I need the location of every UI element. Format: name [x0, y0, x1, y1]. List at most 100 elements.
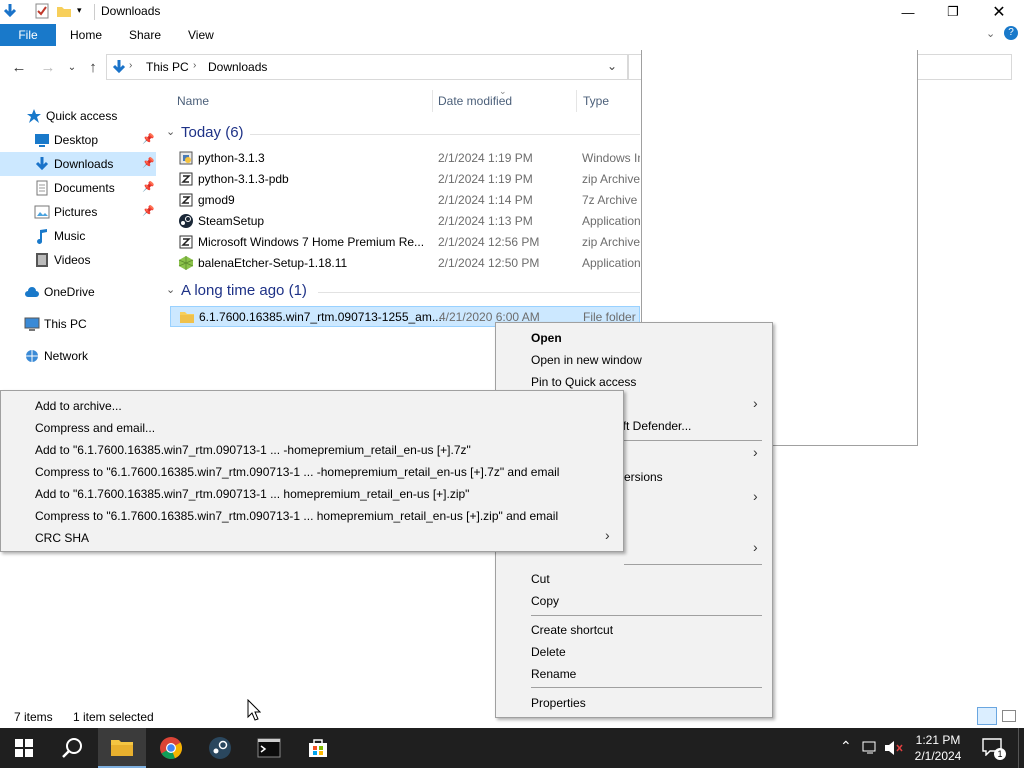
large-icons-view-icon[interactable]	[1002, 710, 1016, 722]
menu-open-new-window[interactable]: Open in new window	[531, 353, 642, 367]
network-icon[interactable]	[862, 740, 880, 756]
sidebar-item-music[interactable]: Music	[0, 224, 156, 248]
steam-icon	[209, 737, 231, 759]
breadcrumb-this-pc[interactable]: This PC	[146, 60, 189, 74]
mouse-cursor-icon	[247, 699, 261, 721]
pin-icon[interactable]: 📌	[142, 134, 154, 145]
sidebar-item-label: Documents	[54, 181, 115, 195]
sidebar-item-downloads[interactable]: Downloads 📌	[0, 152, 156, 176]
file-row[interactable]: python-3.1.3 2/1/2024 1:19 PM Windows Inst…	[170, 148, 640, 169]
menu-rename[interactable]: Rename	[531, 667, 576, 681]
show-desktop-button[interactable]	[1018, 728, 1024, 768]
file-name: 6.1.7600.16385.win7_rtm.090713-1255_am..…	[199, 310, 442, 324]
start-button[interactable]	[0, 728, 48, 768]
title-bar: ▾ Downloads — ❐ ✕	[0, 0, 1024, 24]
item-count: 7 items	[14, 710, 53, 724]
notifications-button[interactable]: 1	[982, 738, 1006, 760]
column-type[interactable]: Type	[583, 94, 609, 108]
file-type: Application	[582, 256, 640, 270]
file-date: 2/1/2024 1:13 PM	[438, 214, 533, 228]
address-bar[interactable]: › This PC › Downloads ⌄	[106, 54, 628, 80]
file-row[interactable]: python-3.1.3-pdb 2/1/2024 1:19 PM zip Arch…	[170, 169, 640, 190]
help-icon[interactable]: ?	[1004, 26, 1018, 40]
menu-cut[interactable]: Cut	[531, 572, 550, 586]
breadcrumb-downloads[interactable]: Downloads	[208, 60, 267, 74]
back-button[interactable]: ←	[9, 58, 29, 76]
volume-muted-icon[interactable]	[884, 740, 904, 756]
minimize-button[interactable]: —	[885, 0, 931, 24]
menu-scan-defender[interactable]: oft Defender...	[616, 419, 691, 433]
file-type: zip Archive	[582, 235, 640, 249]
sidebar-item-label: Network	[44, 349, 89, 363]
system-clock[interactable]: 1:21 PM 2/1/2024	[905, 732, 971, 764]
address-dropdown-icon[interactable]: ⌄	[607, 59, 617, 73]
taskbar-store[interactable]	[294, 728, 342, 768]
sidebar-item-desktop[interactable]: Desktop 📌	[0, 128, 156, 152]
sidebar-item-pictures[interactable]: Pictures 📌	[0, 200, 156, 224]
menu-delete[interactable]: Delete	[531, 645, 566, 659]
taskbar-steam[interactable]	[196, 728, 244, 768]
menu-open[interactable]: Open	[531, 331, 562, 345]
documents-icon	[34, 180, 50, 196]
close-button[interactable]: ✕	[976, 0, 1022, 24]
tab-view[interactable]: View	[188, 24, 214, 46]
archive-icon	[178, 171, 194, 187]
computer-icon	[24, 316, 40, 332]
file-date: 2/1/2024 1:14 PM	[438, 193, 533, 207]
menu-pin-quick-access[interactable]: Pin to Quick access	[531, 375, 636, 389]
file-row[interactable]: gmod9 2/1/2024 1:14 PM 7z Archive	[170, 190, 640, 211]
forward-button[interactable]: →	[38, 58, 58, 76]
sidebar-item-network[interactable]: Network	[0, 344, 156, 368]
expand-ribbon-icon[interactable]: ⌄	[986, 27, 995, 40]
show-hidden-icons-icon[interactable]: ⌃	[840, 738, 852, 755]
search-button[interactable]	[48, 728, 96, 768]
up-button[interactable]: ↑	[83, 58, 103, 76]
menu-create-shortcut[interactable]: Create shortcut	[531, 623, 613, 637]
sidebar-item-documents[interactable]: Documents 📌	[0, 176, 156, 200]
taskbar-chrome[interactable]	[147, 728, 195, 768]
file-type: 7z Archive	[582, 193, 638, 207]
submenu-arrow-icon: ›	[753, 539, 758, 555]
archive-menu-item[interactable]: CRC SHA	[35, 531, 89, 545]
pin-icon[interactable]: 📌	[142, 158, 154, 169]
tab-file[interactable]: File	[0, 24, 56, 46]
sidebar-item-quick-access[interactable]: Quick access	[0, 104, 156, 128]
file-name: python-3.1.3-pdb	[198, 172, 289, 186]
sort-chevron-icon: ⌄	[499, 86, 507, 96]
archive-menu-item[interactable]: Compress to "6.1.7600.16385.win7_rtm.090…	[35, 509, 558, 523]
file-name: gmod9	[198, 193, 235, 207]
download-icon	[112, 60, 126, 74]
archive-menu-item[interactable]: Add to archive...	[35, 399, 122, 413]
archive-menu-item[interactable]: Add to "6.1.7600.16385.win7_rtm.090713-1…	[35, 443, 471, 457]
column-name[interactable]: Name	[177, 94, 209, 108]
sidebar-item-onedrive[interactable]: OneDrive	[0, 280, 156, 304]
cloud-icon	[24, 284, 40, 300]
file-name: Microsoft Windows 7 Home Premium Re...	[198, 235, 425, 249]
recent-locations-button[interactable]: ⌄	[62, 58, 82, 76]
sidebar-item-label: OneDrive	[44, 285, 95, 299]
customize-quick-access-icon[interactable]: ▾	[77, 5, 82, 16]
maximize-button[interactable]: ❐	[930, 0, 976, 24]
file-row[interactable]: Microsoft Windows 7 Home Premium Re... 2/…	[170, 232, 640, 253]
taskbar-file-explorer[interactable]	[98, 728, 146, 768]
pin-icon[interactable]: 📌	[142, 206, 154, 217]
new-folder-icon[interactable]	[56, 3, 72, 19]
sidebar-item-label: Pictures	[54, 205, 98, 219]
file-row[interactable]: balenaEtcher-Setup-1.18.11 2/1/2024 12:50…	[170, 253, 640, 274]
tab-home[interactable]: Home	[70, 24, 102, 46]
sidebar-item-videos[interactable]: Videos	[0, 248, 156, 272]
archive-menu-item[interactable]: Compress to "6.1.7600.16385.win7_rtm.090…	[35, 465, 559, 479]
pictures-icon	[34, 204, 50, 220]
archive-menu-item[interactable]: Add to "6.1.7600.16385.win7_rtm.090713-1…	[35, 487, 469, 501]
sidebar-item-label: Videos	[54, 253, 91, 267]
taskbar-terminal[interactable]	[245, 728, 293, 768]
menu-restore-versions[interactable]: ersions	[624, 470, 663, 484]
tab-share[interactable]: Share	[129, 24, 161, 46]
menu-copy[interactable]: Copy	[531, 594, 559, 608]
archive-menu-item[interactable]: Compress and email...	[35, 421, 155, 435]
pin-icon[interactable]: 📌	[142, 182, 154, 193]
sidebar-item-this-pc[interactable]: This PC	[0, 312, 156, 336]
file-row[interactable]: SteamSetup 2/1/2024 1:13 PM Application	[170, 211, 640, 232]
details-view-icon[interactable]	[977, 707, 997, 725]
properties-icon[interactable]	[34, 3, 50, 19]
